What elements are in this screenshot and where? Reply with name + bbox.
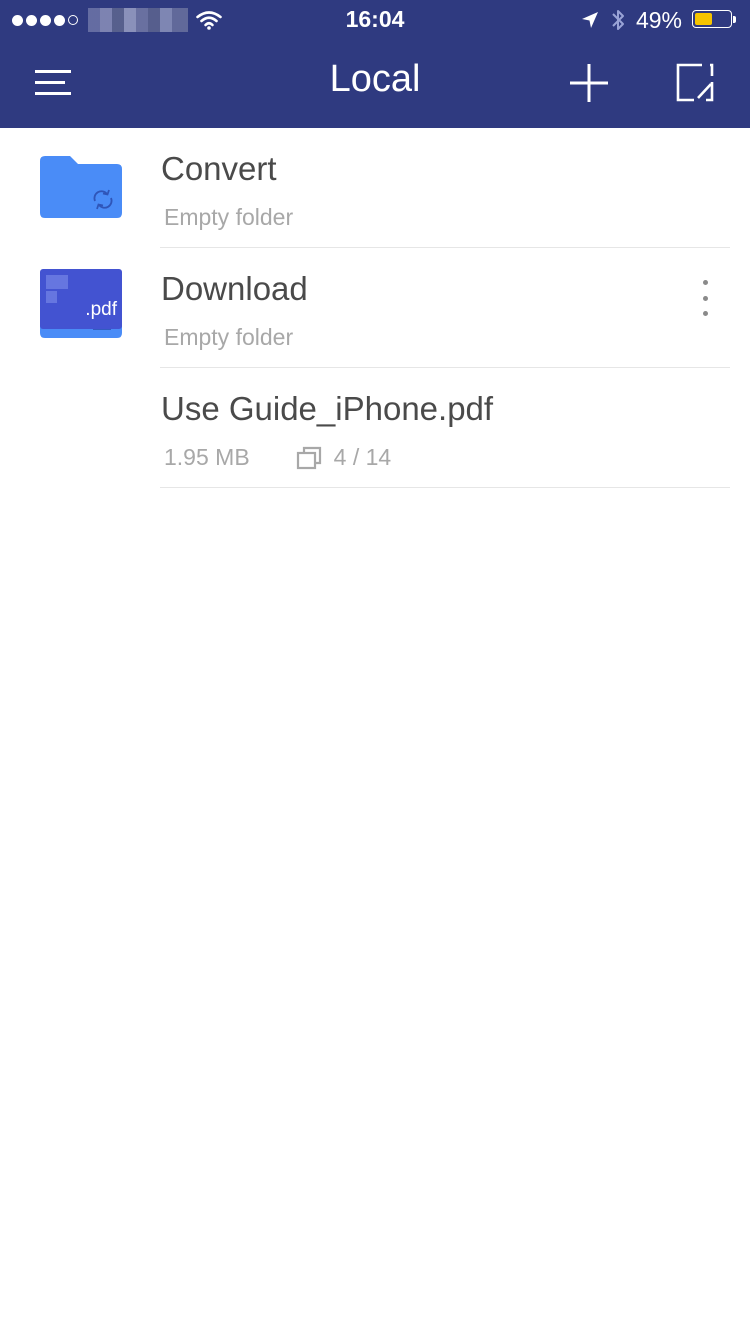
- plus-icon: [570, 64, 608, 102]
- item-meta: Empty folder: [164, 204, 294, 230]
- page-count-group: 4 / 14: [296, 444, 392, 471]
- nav-bar: Local: [0, 40, 750, 128]
- top-bar: 16:04 49% Local: [0, 0, 750, 128]
- item-name: Download: [161, 270, 308, 307]
- status-right: 49%: [580, 6, 738, 34]
- divider: [160, 487, 730, 488]
- more-dot: [702, 295, 708, 301]
- page-count: 4 / 14: [333, 444, 392, 470]
- item-meta: 1.95 MB 4 / 14: [164, 444, 391, 471]
- more-options-button[interactable]: [690, 280, 720, 316]
- edit-button[interactable]: [672, 60, 718, 106]
- pdf-file-icon: .pdf: [40, 269, 122, 329]
- pages-icon: [296, 446, 321, 469]
- location-arrow-icon: [581, 12, 598, 28]
- item-meta: Empty folder: [164, 324, 294, 350]
- battery-icon: [692, 10, 738, 30]
- more-dot: [702, 280, 708, 285]
- list-item-convert[interactable]: Convert Empty folder: [0, 128, 750, 248]
- bluetooth-icon: [612, 10, 624, 30]
- edit-icon: [676, 63, 714, 102]
- add-button[interactable]: [566, 60, 612, 106]
- page-title: Local: [329, 58, 421, 100]
- item-name: Use Guide_iPhone.pdf: [161, 390, 494, 427]
- file-size: 1.95 MB: [164, 444, 250, 470]
- item-name: Convert: [161, 150, 277, 187]
- pdf-thumb-label: .pdf: [85, 299, 117, 320]
- status-bar: 16:04 49%: [0, 0, 750, 40]
- list-item-pdf[interactable]: Use Guide_iPhone.pdf 1.95 MB 4 / 14: [0, 368, 750, 488]
- battery-percent: 49%: [635, 6, 682, 33]
- folder-sync-icon: [40, 156, 122, 218]
- battery-fill: [695, 13, 712, 25]
- more-dot: [702, 311, 708, 316]
